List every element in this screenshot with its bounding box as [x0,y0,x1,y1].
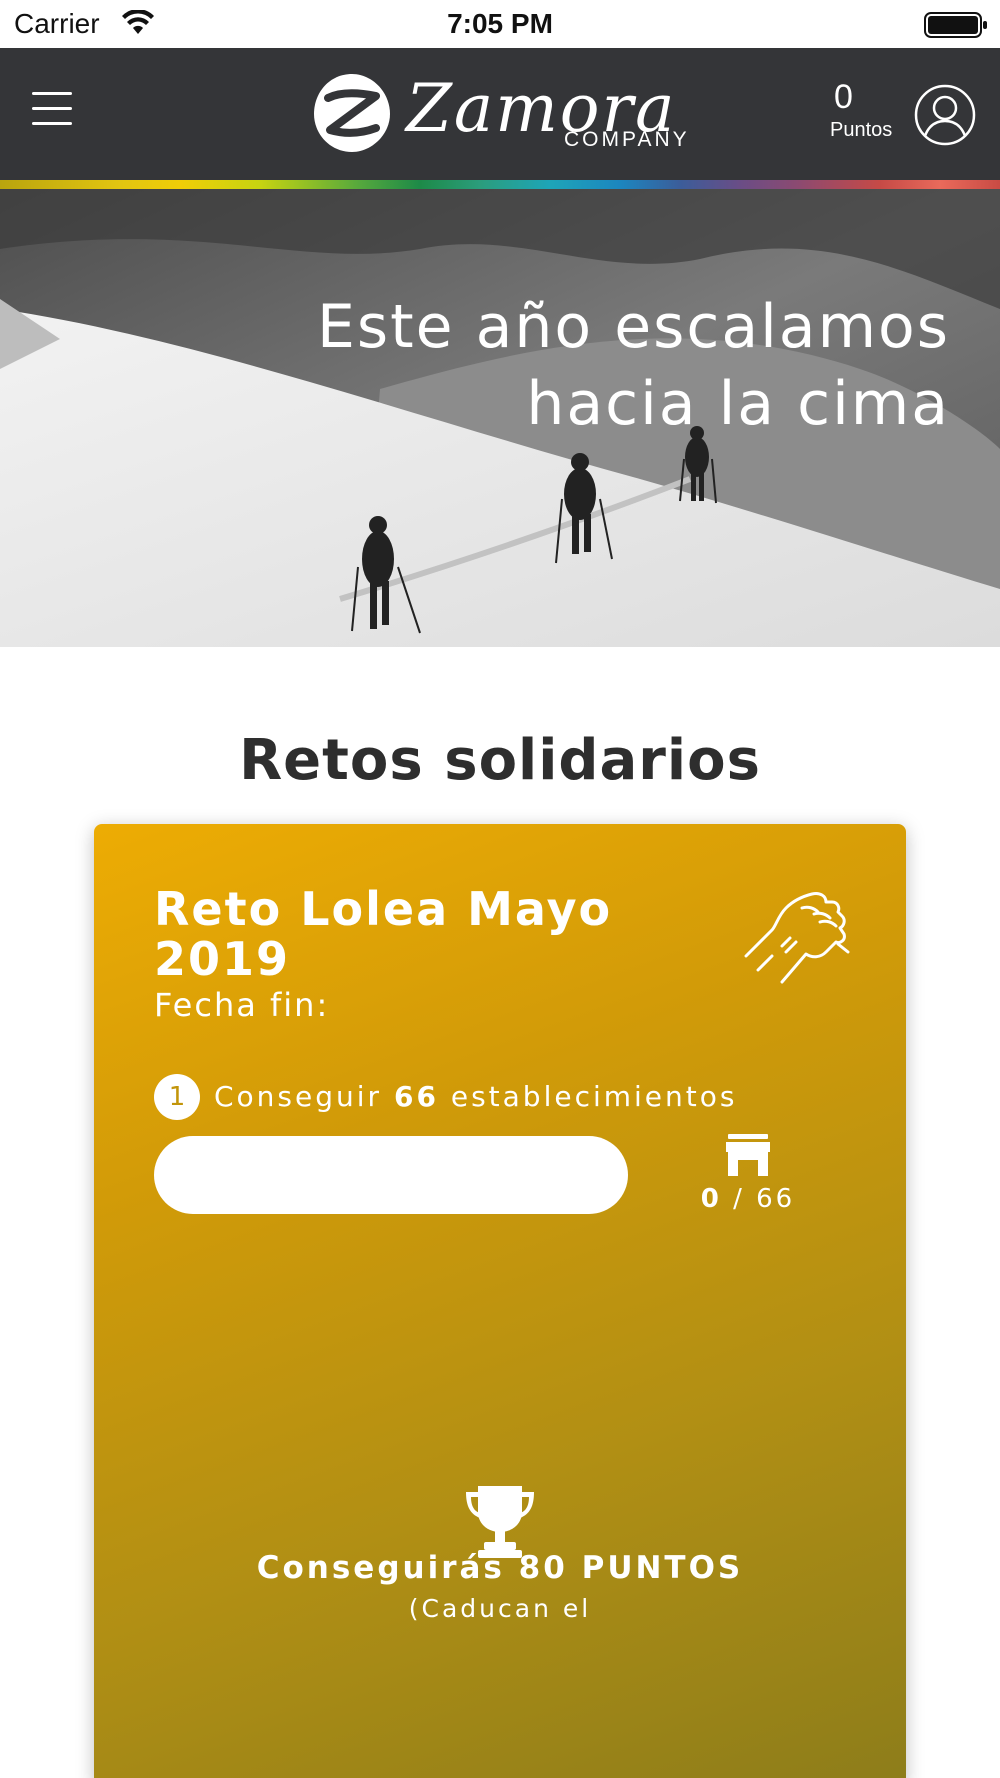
handshake-icon [744,892,850,984]
progress-separator: / [721,1184,757,1214]
progress-current: 0 [700,1184,722,1214]
challenge-card[interactable]: Reto Lolea Mayo 2019 Fecha fin: 1 Conseg… [94,824,906,1778]
user-avatar-icon[interactable] [914,84,976,146]
challenge-title: Reto Lolea Mayo 2019 [154,882,613,986]
rainbow-divider [0,180,1000,189]
status-bar: Carrier 7:05 PM [0,0,1000,48]
progress-count: 0 / 66 [660,1184,836,1214]
logo-mark-icon [314,74,390,152]
progress-bar [154,1136,628,1214]
step-description: Conseguir 66 establecimientos [214,1080,737,1113]
zamora-logo[interactable]: Zamora COMPANY [310,70,690,160]
battery-icon [924,12,987,38]
clock: 7:05 PM [447,8,553,39]
step-count: 66 [393,1080,439,1113]
hero-title: Este año escalamos hacia la cima [250,289,950,443]
app-header: Zamora COMPANY 0 Puntos [0,48,1000,180]
hero-title-line-2: hacia la cima [526,369,950,439]
reward-expiry: (Caducan el [408,1594,592,1623]
points-value: 0 [834,78,853,116]
points-counter[interactable]: 0 Puntos [830,78,910,142]
logo-company: COMPANY [564,128,690,151]
points-label: Puntos [830,119,893,141]
store-icon [726,1134,770,1176]
hero-title-line-1: Este año escalamos [316,292,950,362]
step-number-badge: 1 [154,1074,200,1120]
hamburger-menu-icon[interactable] [32,92,74,126]
step-prefix: Conseguir [214,1080,383,1113]
progress-total: 66 [756,1184,796,1214]
section-title: Retos solidarios [239,728,761,793]
trophy-icon [466,1486,534,1558]
challenge-end-date: Fecha fin: [154,986,330,1024]
hero-banner: Este año escalamos hacia la cima [0,189,1000,647]
reward-text: Conseguirás 80 PUNTOS [256,1550,744,1586]
step-suffix: establecimientos [450,1080,738,1113]
